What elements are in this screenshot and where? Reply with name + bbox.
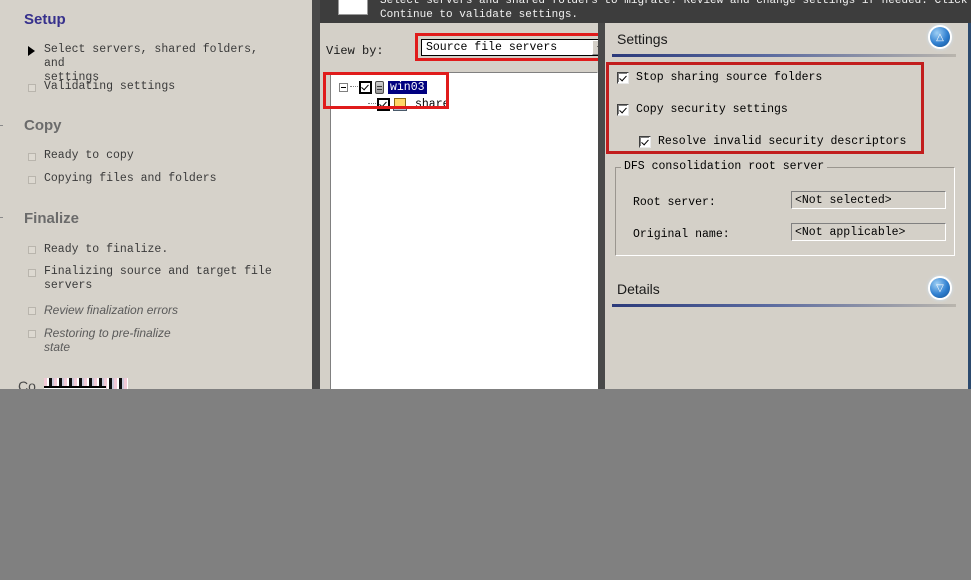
settings-pane: Settings △ Stop sharing source folders C… (605, 23, 968, 389)
chevron-up-icon[interactable]: △ (930, 27, 950, 47)
checkbox-stop-sharing-row[interactable]: Stop sharing source folders (617, 71, 822, 84)
settings-section-rule (612, 54, 956, 57)
step-marker-box-icon (28, 246, 36, 254)
step-marker-box-icon (28, 330, 36, 338)
artifact-text: Co (18, 378, 36, 389)
checkbox-resolve-descriptors[interactable] (639, 135, 651, 148)
dfs-groupbox-legend: DFS consolidation root server (621, 160, 828, 173)
step-marker-box-icon (28, 176, 36, 184)
sidebar-step-ready-to-finalize[interactable]: Ready to finalize. (44, 243, 274, 257)
step-marker-box-icon (28, 84, 36, 92)
sidebar-step-copying-files[interactable]: Copying files and folders (44, 172, 274, 186)
checkbox-stop-sharing-label: Stop sharing source folders (636, 71, 823, 84)
root-server-label: Root server: (633, 196, 716, 209)
migration-wizard-window: Setup Select servers, shared folders, an… (0, 0, 971, 389)
step-marker-box-icon (28, 153, 36, 161)
sidebar-step-validating-settings[interactable]: Validating settings (44, 80, 274, 94)
server-tree-panel[interactable]: win03 share (330, 72, 598, 389)
details-section-rule (612, 304, 956, 307)
checkbox-resolve-descriptors-row[interactable]: Resolve invalid security descriptors (639, 135, 906, 148)
dfs-consolidation-groupbox (615, 167, 955, 256)
checkbox-resolve-descriptors-label: Resolve invalid security descriptors (658, 135, 907, 148)
wizard-step-sidebar: Setup Select servers, shared folders, an… (0, 0, 312, 389)
sidebar-group-title-finalize: Finalize (24, 210, 80, 227)
view-by-dropdown[interactable]: Source file servers (421, 39, 611, 56)
step-marker-box-icon (28, 269, 36, 277)
view-by-selected-value: Source file servers (426, 41, 558, 54)
original-name-label: Original name: (633, 228, 730, 241)
current-step-arrow-icon (28, 46, 35, 56)
checkbox-copy-security-label: Copy security settings (636, 103, 788, 116)
sidebar-step-ready-to-copy[interactable]: Ready to copy (44, 149, 274, 163)
wizard-header-icon (338, 0, 368, 15)
clipped-glyph-finalize: ⎯ (0, 208, 6, 230)
step-marker-box-icon (28, 307, 36, 315)
view-by-label: View by: (326, 44, 384, 58)
settings-section-title: Settings (617, 31, 668, 47)
render-artifact-bottom-left: Co (18, 378, 128, 389)
desktop-backdrop (0, 389, 971, 580)
sidebar-divider (312, 0, 320, 389)
checkbox-copy-security[interactable] (617, 103, 629, 116)
wizard-header-banner: Select servers and shared folders to mig… (320, 0, 971, 23)
screen-root: Setup Select servers, shared folders, an… (0, 0, 971, 580)
clipped-glyph-copy: ⎯ (0, 116, 6, 138)
original-name-value[interactable]: <Not applicable> (791, 223, 946, 241)
chevron-down-icon[interactable]: ▽ (930, 278, 950, 298)
details-section-title: Details (617, 281, 660, 297)
sidebar-step-select-servers[interactable]: Select servers, shared folders, and sett… (44, 43, 274, 85)
sidebar-step-finalizing-servers[interactable]: Finalizing source and target file server… (44, 265, 274, 293)
content-divider (598, 23, 605, 389)
tree-highlight-box (323, 72, 449, 109)
checkbox-copy-security-row[interactable]: Copy security settings (617, 103, 788, 116)
sidebar-step-restoring-prefinalize[interactable]: Restoring to pre-finalize state (44, 326, 274, 354)
sidebar-group-title-setup: Setup (24, 11, 66, 28)
checkbox-stop-sharing[interactable] (617, 71, 629, 84)
sidebar-step-review-errors[interactable]: Review finalization errors (44, 303, 274, 317)
sidebar-group-title-copy: Copy (24, 117, 62, 134)
wizard-instruction-text: Select servers and shared folders to mig… (380, 0, 968, 21)
root-server-value[interactable]: <Not selected> (791, 191, 946, 209)
wizard-content-area: View by: Source file servers View Report… (320, 23, 971, 389)
